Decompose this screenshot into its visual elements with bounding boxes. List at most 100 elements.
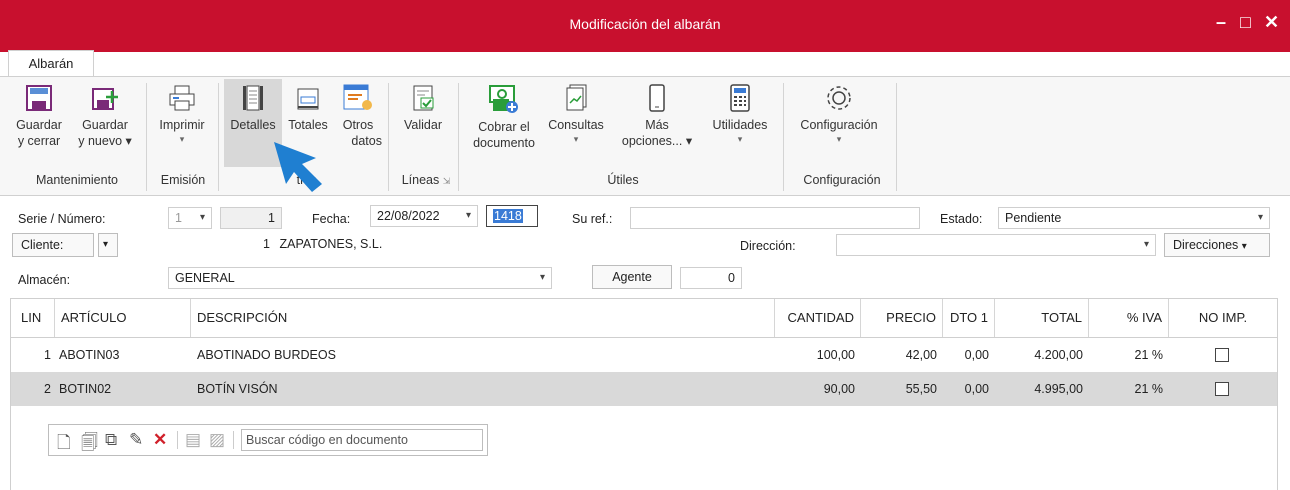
insert-line-icon[interactable]: 🗐 (81, 430, 98, 459)
almacen-label: Almacén: (18, 273, 71, 287)
cliente-field[interactable]: 1 ZAPATONES, S.L. (170, 234, 550, 256)
chevron-down-icon: ▾ (103, 239, 109, 250)
ribbon: Guardar y cerrar Guardar y nuevo ▾ Impri… (0, 76, 1290, 196)
agente-field[interactable]: 0 (680, 267, 742, 289)
col-noimp[interactable]: NO IMP. (1169, 299, 1277, 337)
col-cantidad[interactable]: CANTIDAD (775, 299, 861, 337)
col-iva[interactable]: % IVA (1089, 299, 1169, 337)
col-articulo[interactable]: ARTÍCULO (55, 299, 191, 337)
serie-numero-label: Serie / Número: (18, 212, 106, 226)
money-icon (489, 85, 518, 113)
separator (146, 83, 147, 191)
col-precio[interactable]: PRECIO (861, 299, 943, 337)
serie-value: 1 (175, 211, 182, 225)
separator (233, 431, 234, 449)
separator (896, 83, 897, 191)
direcciones-button[interactable]: Direcciones ▾ (1164, 233, 1270, 257)
cobrar-line2: documento (473, 136, 535, 150)
separator (218, 83, 219, 191)
cell-descripcion: ABOTINADO BURDEOS (197, 348, 336, 362)
numero-field[interactable]: 1 (220, 207, 282, 229)
tab-albaran[interactable]: Albarán (8, 50, 94, 77)
group-utiles: Útiles (607, 173, 639, 187)
table-row[interactable]: 2 BOTIN02 BOTÍN VISÓN 90,00 55,50 0,00 4… (11, 372, 1277, 406)
utilidades-button[interactable]: Utilidades ▾ (704, 79, 776, 167)
image-disabled-icon[interactable]: ▨ (209, 430, 225, 450)
code-field[interactable]: 1418 (486, 205, 538, 227)
suref-field[interactable] (630, 207, 920, 229)
consultas-button[interactable]: Consultas ▾ (544, 79, 608, 167)
calculator-icon (730, 84, 750, 112)
configuracion-button[interactable]: Configuración ▾ (788, 79, 890, 167)
totals-icon (297, 88, 319, 110)
estado-value: Pendiente (1005, 211, 1062, 225)
albaran-header-form: Serie / Número: 1 ▾ 1 Fecha: 22/08/2022 ▾ … (0, 195, 1290, 295)
guardar-nuevo-button[interactable]: Guardar y nuevo ▾ (72, 79, 138, 167)
group-lineas-label: Líneas (401, 173, 440, 187)
fecha-field[interactable]: 22/08/2022 ▾ (370, 205, 478, 227)
search-input[interactable]: Buscar código en documento (241, 429, 483, 451)
report-icon (566, 84, 587, 111)
chevron-down-icon: ▾ (737, 134, 743, 144)
line-toolbar: 🗋 🗐 ⧉ ✎ ✕ ▤ ▨ Buscar código en documento (48, 424, 488, 456)
phone-icon (649, 84, 665, 112)
guardar-nuevo-line2: y nuevo ▾ (78, 134, 132, 148)
estado-select[interactable]: Pendiente ▾ (998, 207, 1270, 229)
consultas-label: Consultas (548, 118, 604, 132)
group-configuracion: Configuración (803, 173, 881, 187)
guardar-cerrar-line2: y cerrar (17, 134, 61, 148)
chevron-down-icon: ▾ (573, 134, 579, 144)
group-mantenimiento: Mantenimiento (36, 173, 118, 187)
guardar-cerrar-button[interactable]: Guardar y cerrar (8, 79, 70, 167)
totales-label: Totales (288, 118, 328, 132)
col-descripcion[interactable]: DESCRIPCIÓN (191, 299, 775, 337)
table-row[interactable]: 1 ABOTIN03 ABOTINADO BURDEOS 100,00 42,0… (11, 338, 1277, 372)
copy-line-icon[interactable]: ⧉ (105, 430, 117, 450)
maximize-button[interactable]: □ (1240, 12, 1251, 33)
validar-button[interactable]: Validar (394, 79, 452, 167)
cobrar-documento-button[interactable]: Cobrar el documento (464, 79, 544, 167)
configuracion-label: Configuración (800, 118, 878, 132)
agente-button[interactable]: Agente (592, 265, 672, 289)
cell-dto1: 0,00 (964, 348, 989, 362)
separator (783, 83, 784, 191)
cell-iva: 21 % (1134, 348, 1164, 362)
mas-opciones-line2: opciones... ▾ (621, 134, 693, 148)
new-line-icon[interactable]: 🗋 (57, 430, 71, 459)
imprimir-button[interactable]: Imprimir ▾ (152, 79, 212, 167)
close-button[interactable]: ✕ (1264, 12, 1279, 33)
serie-select[interactable]: 1 ▾ (168, 207, 212, 229)
col-lin[interactable]: LIN (11, 299, 55, 337)
cell-iva: 21 % (1134, 382, 1164, 396)
lines-grid: LIN ARTÍCULO DESCRIPCIÓN CANTIDAD PRECIO… (10, 298, 1278, 490)
col-dto1[interactable]: DTO 1 (943, 299, 995, 337)
chevron-down-icon: ▾ (836, 134, 842, 144)
direcciones-label: Direcciones (1173, 238, 1239, 252)
group-lineas: Líneas ⇲ (394, 173, 458, 187)
minimize-button[interactable]: – (1216, 12, 1226, 33)
cell-lin: 1 (44, 348, 51, 362)
almacen-select[interactable]: GENERAL ▾ (168, 267, 552, 289)
cliente-dropdown[interactable]: ▾ (98, 233, 118, 257)
chevron-down-icon: ▾ (1241, 241, 1247, 252)
no-imp-checkbox[interactable] (1215, 382, 1229, 396)
no-imp-checkbox[interactable] (1215, 348, 1229, 362)
document-disabled-icon[interactable]: ▤ (185, 430, 201, 450)
almacen-value: GENERAL (175, 271, 235, 285)
delete-line-icon[interactable]: ✕ (153, 430, 167, 450)
chevron-down-icon: ▾ (199, 212, 205, 223)
separator (177, 431, 178, 449)
cell-total: 4.995,00 (1034, 382, 1083, 396)
cell-cantidad: 90,00 (823, 382, 855, 396)
cliente-selector[interactable]: Cliente: (12, 233, 94, 257)
validate-icon (413, 85, 434, 111)
direccion-select[interactable]: ▾ (836, 234, 1156, 256)
detalles-label: Detalles (230, 118, 276, 132)
cell-articulo: ABOTIN03 (59, 348, 120, 362)
col-total[interactable]: TOTAL (995, 299, 1089, 337)
edit-line-icon[interactable]: ✎ (129, 430, 143, 450)
estado-label: Estado: (940, 212, 983, 226)
cliente-code: 1 (263, 237, 270, 251)
mas-opciones-button[interactable]: Más opciones... ▾ (612, 79, 702, 167)
dialog-launcher-icon[interactable]: ⇲ (443, 176, 451, 186)
